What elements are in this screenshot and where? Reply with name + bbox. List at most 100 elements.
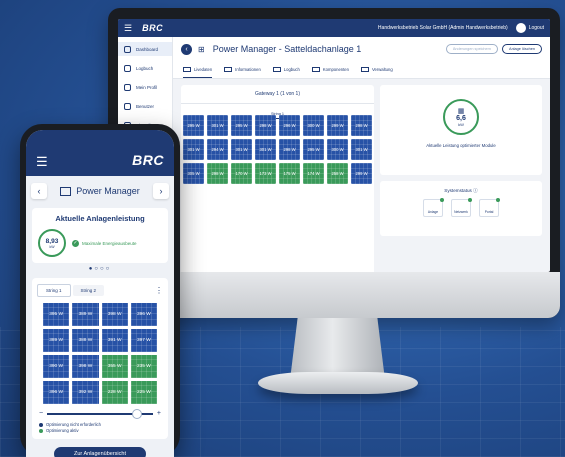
minus-icon[interactable]: − xyxy=(39,410,43,417)
module-tile[interactable]: 295 W xyxy=(303,139,324,160)
content-area: Gateway 1 (1 von 1) String 1 295 W 301 W2… xyxy=(173,79,550,272)
hamburger-menu-icon[interactable]: ☰ xyxy=(124,23,132,34)
tab-informationen[interactable]: Informationen xyxy=(224,61,261,78)
gateway-card: Gateway 1 (1 von 1) String 1 295 W 301 W2… xyxy=(181,85,374,272)
module-tile[interactable]: 228 W xyxy=(101,381,128,404)
module-tile[interactable]: 300 W xyxy=(327,139,348,160)
module-tile[interactable]: 258 W xyxy=(327,163,348,184)
module-tile[interactable]: 301 W xyxy=(351,139,372,160)
solar-panel-icon: ▦ xyxy=(457,108,465,115)
legend-label: Optimierung nicht erforderlich xyxy=(46,422,101,427)
module-tile[interactable]: 301 W xyxy=(231,139,252,160)
module-tile[interactable]: 301 W xyxy=(183,139,204,160)
module-tile[interactable]: 398 W xyxy=(101,303,128,326)
module-tile[interactable]: 301 W xyxy=(255,139,276,160)
sidebar-item-profil[interactable]: Mein Profil xyxy=(118,80,172,94)
module-tile[interactable]: 298 W xyxy=(351,115,372,136)
module-tile[interactable]: 391 W xyxy=(101,329,128,352)
status-anlage[interactable]: Anlage xyxy=(423,198,444,217)
module-tile[interactable]: 225 W xyxy=(130,381,157,404)
save-changes-button[interactable]: Änderungen speichern xyxy=(445,44,499,54)
to-overview-button[interactable]: Zur Anlagenübersicht xyxy=(54,447,146,457)
tab-string-2[interactable]: String 2 xyxy=(72,285,105,296)
power-unit: kW xyxy=(49,244,55,249)
module-tile[interactable]: 398 W xyxy=(72,355,99,378)
sidebar-item-label: Mein Profil xyxy=(136,84,158,90)
module-tile[interactable]: 235 W xyxy=(130,355,157,378)
sidebar-item-dashboard[interactable]: Dashboard xyxy=(118,42,172,56)
logout-button[interactable]: Logout xyxy=(515,23,544,33)
module-tile[interactable]: 299 W xyxy=(327,115,348,136)
zoom-slider[interactable]: − + xyxy=(37,408,163,419)
hamburger-menu-icon[interactable]: ☰ xyxy=(36,155,48,168)
module-tile[interactable]: 296 W xyxy=(279,115,300,136)
tab-verwaltung[interactable]: Verwaltung xyxy=(360,61,393,78)
module-tile[interactable]: 305 W xyxy=(183,163,204,184)
module-tile[interactable]: 389 W xyxy=(43,329,70,352)
more-options-icon[interactable]: ⋮ xyxy=(155,286,163,295)
prev-arrow-icon[interactable]: ‹ xyxy=(31,183,47,199)
module-tile[interactable]: 173 W xyxy=(255,163,276,184)
status-netzwerk[interactable]: Netzwerk xyxy=(451,198,472,217)
brc-logo: BRC xyxy=(132,152,164,168)
next-arrow-icon[interactable]: › xyxy=(153,183,169,199)
power-gauge: ▦ 6,6 kW xyxy=(443,99,479,135)
module-tile[interactable]: 175 W xyxy=(279,163,300,184)
system-status-title: Systemstatus ⓘ xyxy=(380,188,542,194)
tab-komponenten[interactable]: Komponenten xyxy=(311,61,349,78)
status-label: Anlage xyxy=(427,210,439,214)
tab-logbuch[interactable]: Logbuch xyxy=(272,61,300,78)
module-tile[interactable]: 396 W xyxy=(130,303,157,326)
page-header: ‹ ⊞ Power Manager - Satteldachanlage 1 Ä… xyxy=(173,37,550,61)
slider-thumb[interactable] xyxy=(132,408,143,419)
module-tile[interactable]: 298 W xyxy=(255,115,276,136)
tab-livedaten[interactable]: Livedaten xyxy=(183,61,213,78)
book-icon xyxy=(124,64,131,72)
module-tile[interactable]: 300 W xyxy=(303,115,324,136)
components-icon xyxy=(311,67,320,72)
logout-icon xyxy=(515,23,526,33)
module-tile[interactable]: 392 W xyxy=(72,381,99,404)
status-ok-indicator xyxy=(440,198,444,202)
sidebar-item-label: Benutzer xyxy=(136,103,155,109)
sidebar-item-benutzer[interactable]: Benutzer xyxy=(118,99,172,113)
module-tile[interactable]: 299 W xyxy=(351,163,372,184)
module-tile[interactable]: 301 W xyxy=(207,115,228,136)
sidebar-item-logbuch[interactable]: Logbuch xyxy=(118,61,172,75)
tab-label: Verwaltung xyxy=(371,67,393,72)
delete-plant-button[interactable]: Anlage löschen xyxy=(502,44,542,54)
monitor-base xyxy=(258,372,418,394)
module-tile[interactable]: 397 W xyxy=(130,329,157,352)
module-tile[interactable]: 390 W xyxy=(43,355,70,378)
module-tile[interactable]: 174 W xyxy=(303,163,324,184)
module-tile[interactable]: 170 W xyxy=(231,163,252,184)
module-tile[interactable]: 395 W xyxy=(43,303,70,326)
module-tile[interactable]: 295 W xyxy=(231,115,252,136)
module-tile[interactable]: 294 W xyxy=(207,139,228,160)
plant-power-card: Aktuelle Anlagenleistung 8,93 kW ✓ Maxim… xyxy=(32,208,168,263)
module-tile[interactable]: 355 W xyxy=(101,355,128,378)
solar-panel-icon xyxy=(60,186,72,196)
module-tile[interactable]: 295 W xyxy=(183,115,204,136)
module-tile[interactable]: 298 W xyxy=(279,139,300,160)
monitor-stand xyxy=(290,318,385,380)
system-status-card: Systemstatus ⓘ Anlage Netzwerk Portal xyxy=(380,181,542,236)
power-value: 6,6 xyxy=(456,115,466,122)
module-tile[interactable]: 388 W xyxy=(72,329,99,352)
max-yield-label: Maximale Energieausbeute xyxy=(82,240,137,246)
plus-icon[interactable]: + xyxy=(157,410,161,417)
info-icon[interactable]: ⓘ xyxy=(473,188,478,193)
module-tile[interactable]: 389 W xyxy=(72,303,99,326)
module-tile[interactable]: 298 W xyxy=(207,163,228,184)
users-icon xyxy=(124,102,131,110)
tab-string-1[interactable]: String 1 xyxy=(37,284,71,297)
tab-bar: Livedaten Informationen Logbuch Komponen… xyxy=(173,61,550,79)
back-button[interactable]: ‹ xyxy=(181,43,192,55)
carousel-dots[interactable]: ●○○○ xyxy=(26,266,174,272)
admin-icon xyxy=(360,67,369,72)
desktop-main: ‹ ⊞ Power Manager - Satteldachanlage 1 Ä… xyxy=(173,37,550,272)
status-ok-indicator xyxy=(496,198,500,202)
module-tile[interactable]: 396 W xyxy=(43,381,70,404)
slider-track[interactable] xyxy=(47,408,153,419)
status-portal[interactable]: Portal xyxy=(479,198,500,217)
